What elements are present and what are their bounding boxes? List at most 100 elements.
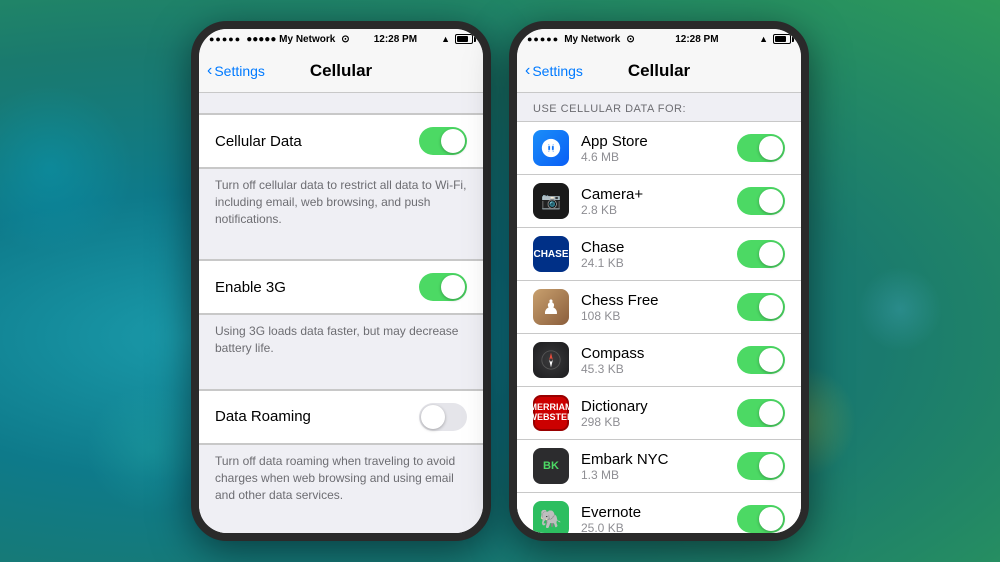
app-info-dictionary: Dictionary 298 KB bbox=[581, 398, 725, 429]
data-roaming-cell: Data Roaming bbox=[199, 390, 483, 444]
app-size-dictionary: 298 KB bbox=[581, 415, 725, 429]
evernote-icon: 🐘 bbox=[533, 501, 569, 533]
toggle-knob-roaming bbox=[421, 405, 445, 429]
cellular-data-description: Turn off cellular data to restrict all d… bbox=[199, 169, 483, 239]
status-left-2: ●●●●● My Network ⊙ bbox=[527, 34, 635, 45]
cameraplus-icon: 📷 bbox=[533, 183, 569, 219]
embark-icon: BK bbox=[533, 448, 569, 484]
list-item: 🐘 Evernote 25.0 KB bbox=[517, 493, 801, 533]
chase-icon: CHASE bbox=[533, 236, 569, 272]
nav-title-2: Cellular bbox=[628, 61, 690, 81]
network-name-2: My Network bbox=[564, 34, 620, 45]
status-right-2: ▲ bbox=[759, 34, 791, 44]
app-info-compass: Compass 45.3 KB bbox=[581, 345, 725, 376]
nav-bar-2: ‹ Settings Cellular bbox=[517, 49, 801, 93]
app-name-compass: Compass bbox=[581, 345, 725, 362]
camera-toggle[interactable] bbox=[737, 187, 785, 215]
dictionary-toggle[interactable] bbox=[737, 399, 785, 427]
dictionary-icon: MERRIAMWEBSTER bbox=[533, 395, 569, 431]
chess-toggle[interactable] bbox=[737, 293, 785, 321]
toggle-knob-3g bbox=[441, 275, 465, 299]
app-list: App Store 4.6 MB 📷 Camera+ 2.8 KB bbox=[517, 121, 801, 533]
compass-icon bbox=[533, 342, 569, 378]
app-size-compass: 45.3 KB bbox=[581, 362, 725, 376]
chevron-back-icon-2: ‹ bbox=[525, 62, 530, 80]
enable-3g-label: Enable 3G bbox=[215, 279, 286, 296]
appstore-icon bbox=[533, 130, 569, 166]
data-roaming-description: Turn off data roaming when traveling to … bbox=[199, 445, 483, 515]
back-button-2[interactable]: ‹ Settings bbox=[525, 62, 583, 80]
app-name-embark: Embark NYC bbox=[581, 451, 725, 468]
signal-bars-icon: ▲ bbox=[441, 34, 450, 44]
app-name-appstore: App Store bbox=[581, 133, 725, 150]
status-right-1: ▲ bbox=[441, 34, 473, 44]
evernote-toggle[interactable] bbox=[737, 505, 785, 533]
app-name-dictionary: Dictionary bbox=[581, 398, 725, 415]
nav-bar-1: ‹ Settings Cellular bbox=[199, 49, 483, 93]
phone-2: ●●●●● My Network ⊙ 12:28 PM ▲ ‹ Settings… bbox=[509, 21, 809, 541]
app-size-appstore: 4.6 MB bbox=[581, 150, 725, 164]
app-size-chess: 108 KB bbox=[581, 309, 725, 323]
app-size-chase: 24.1 KB bbox=[581, 256, 725, 270]
enable-3g-section: Enable 3G bbox=[199, 259, 483, 315]
battery-fill-2 bbox=[775, 36, 786, 42]
status-bar-1: ●●●●● ●●●●● My Network ⊙ 12:28 PM ▲ bbox=[199, 29, 483, 49]
app-info-evernote: Evernote 25.0 KB bbox=[581, 504, 725, 534]
enable-3g-description: Using 3G loads data faster, but may decr… bbox=[199, 315, 483, 369]
battery-fill-1 bbox=[457, 36, 468, 42]
data-roaming-label: Data Roaming bbox=[215, 408, 311, 425]
toggle-knob bbox=[441, 129, 465, 153]
back-button-1[interactable]: ‹ Settings bbox=[207, 62, 265, 80]
list-item: MERRIAMWEBSTER Dictionary 298 KB bbox=[517, 387, 801, 440]
signal-indicator-2: ●●●●● bbox=[527, 34, 559, 44]
list-item: 📷 Camera+ 2.8 KB bbox=[517, 175, 801, 228]
signal-indicator: ●●●●● bbox=[209, 34, 241, 44]
app-size-embark: 1.3 MB bbox=[581, 468, 725, 482]
time-display-1: 12:28 PM bbox=[374, 34, 417, 45]
list-item: ♟ Chess Free 108 KB bbox=[517, 281, 801, 334]
signal-bars-icon-2: ▲ bbox=[759, 34, 768, 44]
enable-3g-cell: Enable 3G bbox=[199, 260, 483, 314]
list-item: Compass 45.3 KB bbox=[517, 334, 801, 387]
wifi-icon: ⊙ bbox=[341, 34, 349, 45]
status-bar-2: ●●●●● My Network ⊙ 12:28 PM ▲ bbox=[517, 29, 801, 49]
data-roaming-toggle[interactable] bbox=[419, 403, 467, 431]
list-item: BK Embark NYC 1.3 MB bbox=[517, 440, 801, 493]
network-name: ●●●●● My Network bbox=[246, 34, 335, 45]
app-size-camera: 2.8 KB bbox=[581, 203, 725, 217]
cellular-data-label: Cellular Data bbox=[215, 133, 302, 150]
wifi-icon-2: ⊙ bbox=[626, 34, 634, 45]
time-display-2: 12:28 PM bbox=[675, 34, 718, 45]
cellular-data-section: Cellular Data bbox=[199, 113, 483, 169]
status-left-1: ●●●●● ●●●●● My Network ⊙ bbox=[209, 34, 350, 45]
app-info-appstore: App Store 4.6 MB bbox=[581, 133, 725, 164]
chase-toggle[interactable] bbox=[737, 240, 785, 268]
back-label-1: Settings bbox=[214, 63, 265, 79]
enable-3g-toggle[interactable] bbox=[419, 273, 467, 301]
list-item: App Store 4.6 MB bbox=[517, 121, 801, 175]
cellular-data-toggle[interactable] bbox=[419, 127, 467, 155]
appstore-toggle[interactable] bbox=[737, 134, 785, 162]
data-roaming-section: Data Roaming bbox=[199, 389, 483, 445]
app-info-chess: Chess Free 108 KB bbox=[581, 292, 725, 323]
cellular-data-cell: Cellular Data bbox=[199, 114, 483, 168]
nav-title-1: Cellular bbox=[310, 61, 372, 81]
embark-toggle[interactable] bbox=[737, 452, 785, 480]
app-size-evernote: 25.0 KB bbox=[581, 521, 725, 534]
app-info-camera: Camera+ 2.8 KB bbox=[581, 186, 725, 217]
compass-toggle[interactable] bbox=[737, 346, 785, 374]
phone-1: ●●●●● ●●●●● My Network ⊙ 12:28 PM ▲ ‹ Se… bbox=[191, 21, 491, 541]
phone-content-2: USE CELLULAR DATA FOR: App Store 4.6 MB bbox=[517, 93, 801, 533]
phone-content-1: Cellular Data Turn off cellular data to … bbox=[199, 93, 483, 533]
app-name-chess: Chess Free bbox=[581, 292, 725, 309]
list-item: CHASE Chase 24.1 KB bbox=[517, 228, 801, 281]
section-header: USE CELLULAR DATA FOR: bbox=[517, 93, 801, 121]
app-name-evernote: Evernote bbox=[581, 504, 725, 521]
back-label-2: Settings bbox=[532, 63, 583, 79]
battery-icon-1 bbox=[455, 34, 473, 44]
app-name-chase: Chase bbox=[581, 239, 725, 256]
app-info-embark: Embark NYC 1.3 MB bbox=[581, 451, 725, 482]
chess-icon: ♟ bbox=[533, 289, 569, 325]
app-name-camera: Camera+ bbox=[581, 186, 725, 203]
battery-icon-2 bbox=[773, 34, 791, 44]
